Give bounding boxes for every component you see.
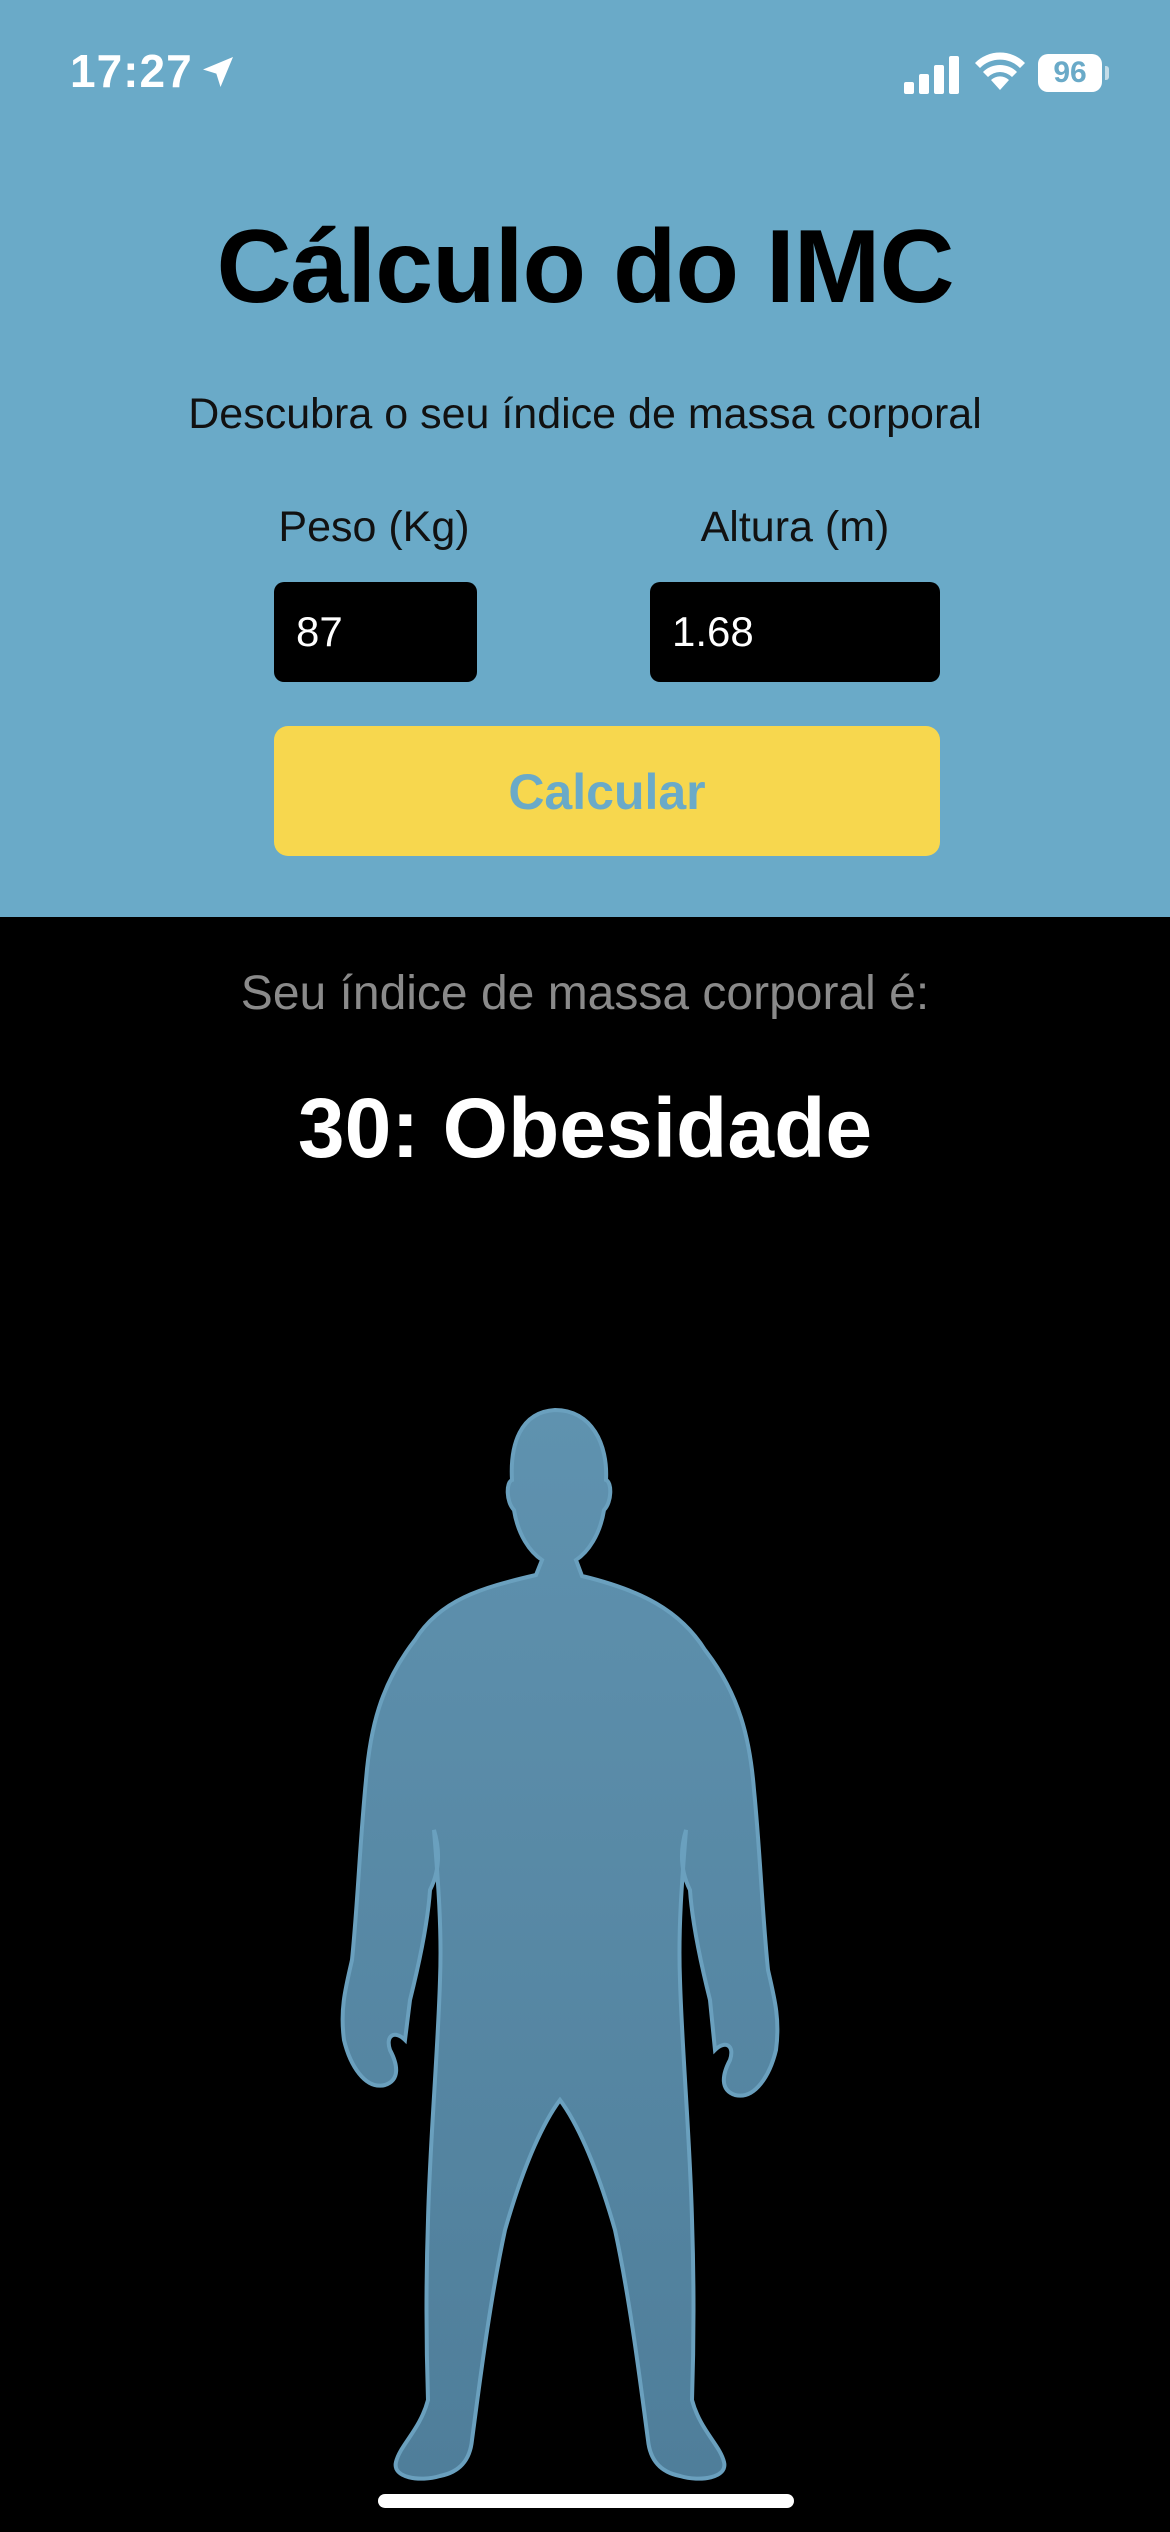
height-input[interactable] — [650, 582, 940, 682]
status-time: 17:27 — [70, 45, 193, 97]
wifi-icon — [975, 52, 1025, 90]
location-arrow-icon — [203, 57, 233, 87]
height-label: Altura (m) — [700, 503, 890, 551]
obese-body-silhouette — [340, 1407, 780, 2481]
weight-label: Peso (Kg) — [278, 503, 470, 551]
status-bar: 17:27 96 — [0, 0, 1170, 150]
battery-level: 96 — [1038, 54, 1102, 92]
battery-icon: 96 — [1038, 54, 1109, 92]
page-subtitle: Descubra o seu índice de massa corporal — [188, 390, 982, 438]
calculate-button[interactable]: Calcular — [274, 726, 940, 856]
header-section: 17:27 96 Cálculo do IMC Descubra o seu í… — [0, 0, 1170, 917]
result-label: Seu índice de massa corporal é: — [240, 967, 930, 1020]
cellular-signal-icon — [904, 56, 959, 94]
weight-input[interactable] — [274, 582, 477, 682]
home-indicator[interactable] — [378, 2494, 794, 2508]
bmi-result: 30: Obesidade — [297, 1081, 873, 1175]
battery-tip — [1105, 66, 1109, 80]
page-title: Cálculo do IMC — [216, 209, 954, 325]
